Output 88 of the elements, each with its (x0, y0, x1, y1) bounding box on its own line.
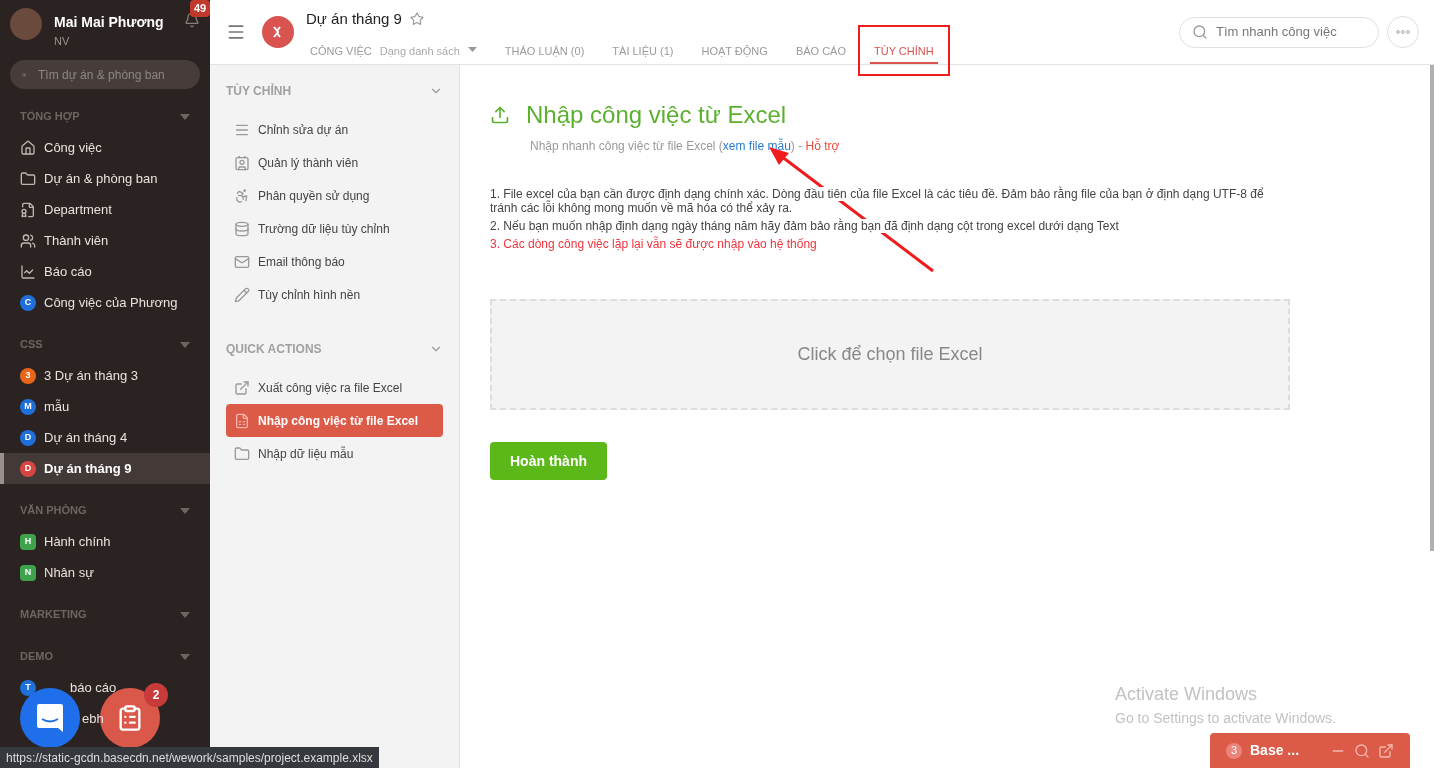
instruction-text: 3. Các dòng công việc lặp lại vẫn sẽ được nhập vào hệ thống (490, 237, 818, 251)
avatar-badge: C (20, 294, 36, 311)
sidebar-item[interactable]: Department (0, 194, 210, 225)
user-role: NV (54, 34, 71, 49)
sidebar-item[interactable]: N Nhân sự (0, 557, 210, 588)
caret-icon[interactable] (180, 653, 190, 660)
quick-search-input[interactable]: Tìm nhanh công việc (1216, 22, 1366, 42)
item-icon (234, 286, 250, 303)
sidebar-item[interactable]: D Dự án tháng 9 (0, 453, 210, 484)
sidebar-item[interactable]: Thành viên (0, 225, 210, 256)
section-title: TỔNG HỢP (20, 109, 80, 125)
star-icon[interactable] (409, 12, 424, 27)
settings-item[interactable]: Quản lý thành viên (226, 146, 443, 179)
section-title: DEMO (20, 649, 53, 665)
caret-icon[interactable] (180, 341, 190, 348)
page-title: Nhập công việc từ Excel (526, 100, 787, 130)
chat-count: 3 (1226, 742, 1242, 759)
item-icon (20, 201, 36, 218)
item-icon (234, 379, 250, 396)
sidebar-item[interactable]: H Hành chính (0, 526, 210, 557)
menu-icon[interactable] (226, 22, 246, 42)
project-search-input[interactable]: Tìm dự án & phòng ban (38, 65, 188, 84)
caret-icon[interactable] (180, 507, 190, 514)
avatar-badge: D (20, 460, 36, 477)
user-name: Mai Mai Phương (54, 13, 164, 32)
message-icon (36, 703, 64, 733)
avatar-badge: H (20, 533, 36, 550)
settings-item[interactable]: Tùy chỉnh hình nền (226, 278, 443, 311)
sidebar-search-field[interactable]: Tìm dự án & phòng ban (10, 60, 200, 89)
sidebar-item[interactable]: D Dự án tháng 4 (0, 422, 210, 453)
section-title: QUICK ACTIONS (226, 341, 322, 358)
avatar-badge: M (20, 398, 36, 415)
section-title: MARKETING (20, 607, 87, 623)
caret-icon (467, 46, 477, 52)
search-icon[interactable] (1354, 742, 1370, 759)
support-link[interactable]: Hỗ trợ (805, 139, 840, 153)
settings-item[interactable]: Xuất công việc ra file Excel (226, 371, 443, 404)
avatar-badge: D (20, 429, 36, 446)
settings-item[interactable]: Nhập dữ liệu mẫu (226, 437, 443, 470)
project-title: Dự án tháng 9 (306, 9, 402, 29)
settings-item[interactable]: Nhập công việc từ file Excel (226, 404, 443, 437)
popout-icon[interactable] (1378, 742, 1394, 759)
import-icon (490, 105, 510, 125)
caret-icon[interactable] (180, 611, 190, 618)
item-icon (234, 445, 250, 462)
settings-item[interactable]: Trường dữ liệu tùy chỉnh (226, 212, 443, 245)
more-icon (1396, 30, 1410, 34)
page-subtitle: Nhập nhanh công việc từ file Excel (xem file mẫu) - Hỗ trợ (530, 137, 841, 155)
item-icon (20, 232, 36, 249)
sidebar-item[interactable]: 3 3 Dự án tháng 3 (0, 360, 210, 391)
instruction-text: 2. Nếu bạn muốn nhập định dạng ngày tháng năm hãy đảm bảo rằng bạn đã định dạng cột trong excel dưới dạng Text (490, 219, 1120, 233)
sidebar-item[interactable]: báo cáo (70, 677, 117, 698)
avatar-badge: 3 (20, 367, 36, 384)
tab[interactable]: TÙY CHỈNH (870, 38, 938, 64)
avatar-badge: T (20, 679, 36, 696)
search-icon (1192, 24, 1208, 40)
sidebar-item[interactable]: Công việc (0, 132, 210, 163)
avatar-badge: N (20, 564, 36, 581)
item-icon (234, 412, 250, 429)
item-icon (20, 139, 36, 156)
item-icon (234, 187, 250, 204)
item-icon (234, 154, 250, 171)
item-icon (234, 253, 250, 270)
notification-badge: 49 (190, 0, 211, 17)
item-icon (234, 220, 250, 237)
settings-item[interactable]: Email thông báo (226, 245, 443, 278)
caret-icon[interactable] (180, 113, 190, 120)
watermark-text: Go to Settings to activate Windows. (1115, 709, 1336, 728)
status-url: https://static-gcdn.basecdn.net/wework/samples/project.example.xlsx (0, 747, 379, 768)
bell-icon[interactable] (184, 12, 200, 28)
project-logo (262, 16, 294, 48)
sidebar-item[interactable]: M mẫu (0, 391, 210, 422)
item-icon (20, 263, 36, 280)
section-title: VĂN PHÒNG (20, 503, 87, 519)
user-avatar[interactable] (10, 8, 42, 40)
watermark-title: Activate Windows (1115, 683, 1259, 706)
chat-title: Base ... (1250, 741, 1300, 760)
sidebar-item[interactable]: Dự án & phòng ban (0, 163, 210, 194)
instruction-text: 1. File excel của bạn cần được định dạng chính xác. Dòng đầu tiên của file Excel là các tiêu đề. Đảm bảo rằng file của bạn ở định dạng UTF-8 để tránh các lỗi không mong muốn về mã hóa có thể xảy ra. (490, 187, 1265, 215)
chat-bar[interactable]: 3 Base ... (1210, 733, 1410, 768)
settings-item[interactable]: Chỉnh sửa dự án (226, 113, 443, 146)
sample-file-link[interactable]: xem file mẫu (722, 139, 791, 153)
sidebar-item[interactable]: Báo cáo (0, 256, 210, 287)
section-title: TÙY CHỈNH (226, 82, 292, 100)
section-title: CSS (20, 337, 43, 353)
settings-item[interactable]: Phân quyền sử dụng (226, 179, 443, 212)
item-icon (20, 170, 36, 187)
sidebar-item[interactable]: C Công việc của Phương (0, 287, 210, 318)
